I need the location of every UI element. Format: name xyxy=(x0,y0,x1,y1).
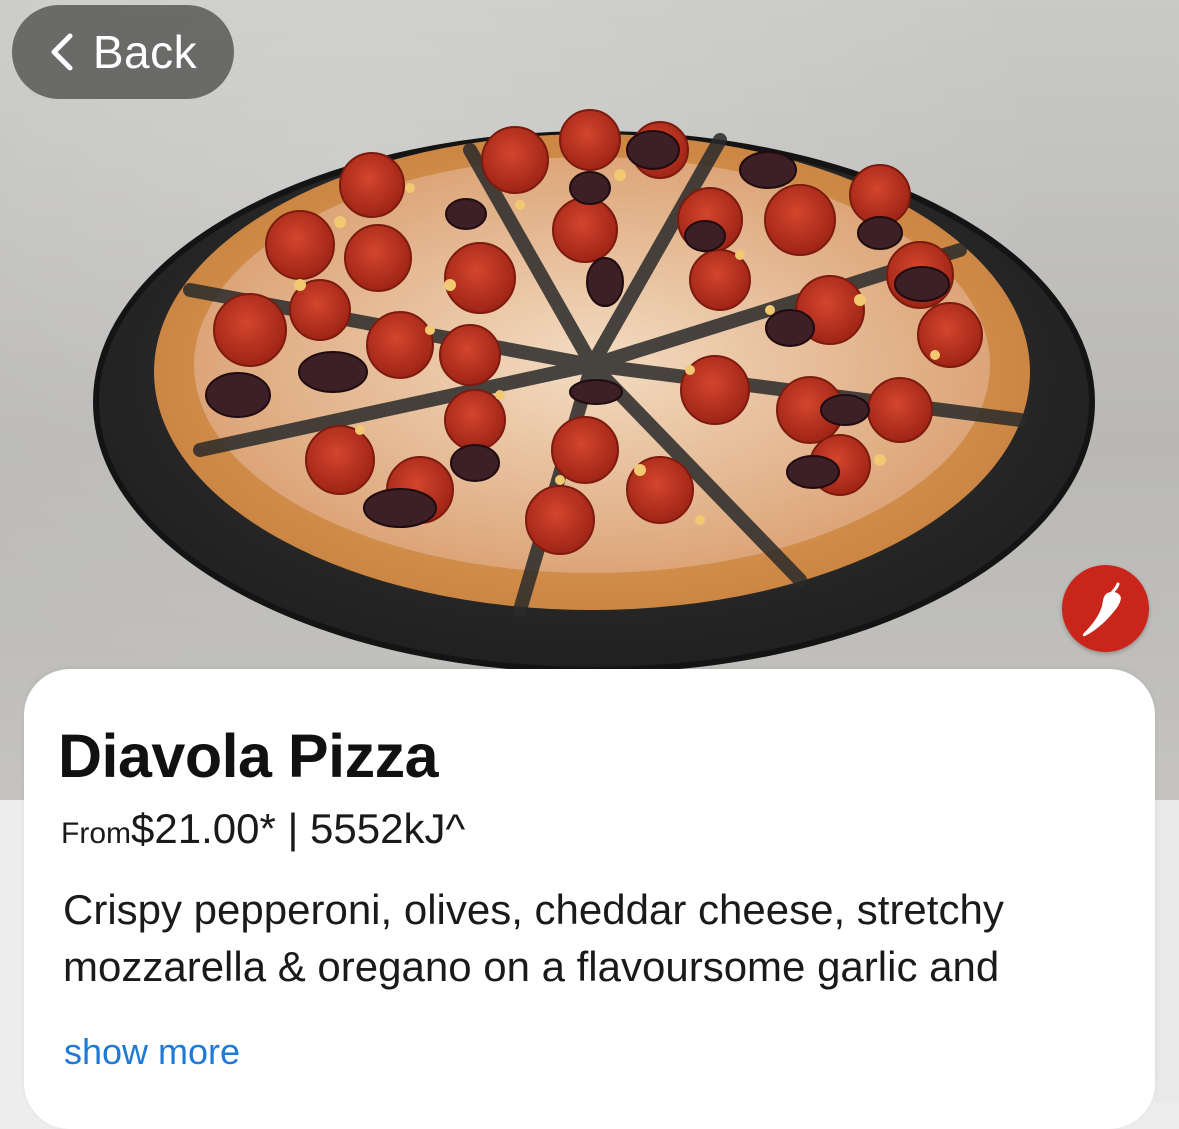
back-label: Back xyxy=(92,26,198,78)
product-info-card: Diavola Pizza From$21.00* | 5552kJ^ Cris… xyxy=(24,669,1155,1129)
chilli-pepper-icon xyxy=(1082,582,1121,636)
chevron-left-icon xyxy=(51,33,73,71)
background-edge xyxy=(1155,800,1179,1103)
show-more-link[interactable]: show more xyxy=(64,1031,240,1073)
back-button[interactable]: Back xyxy=(12,5,234,99)
price-energy: $21.00* | 5552kJ^ xyxy=(131,805,466,852)
spicy-badge xyxy=(1062,565,1149,652)
price-line: From$21.00* | 5552kJ^ xyxy=(61,805,465,853)
product-description: Crispy pepperoni, olives, cheddar cheese… xyxy=(63,886,1004,990)
from-label: From xyxy=(61,817,131,850)
product-title: Diavola Pizza xyxy=(58,722,439,790)
